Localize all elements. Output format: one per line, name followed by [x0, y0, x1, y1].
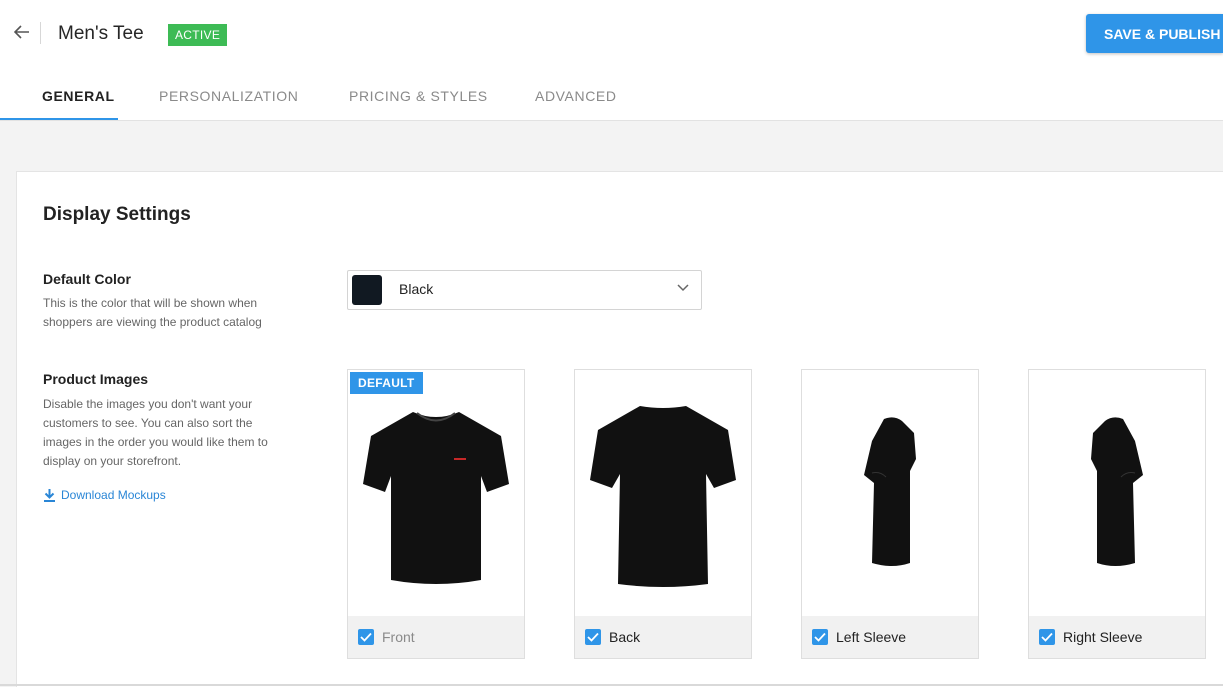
- tab-general[interactable]: GENERAL: [42, 72, 115, 120]
- image-footer: Front: [348, 616, 524, 658]
- checkmark-icon: [587, 632, 599, 642]
- image-checkbox-right-sleeve[interactable]: [1039, 629, 1055, 645]
- image-checkbox-front[interactable]: [358, 629, 374, 645]
- image-label-front: Front: [382, 629, 415, 645]
- image-checkbox-back[interactable]: [585, 629, 601, 645]
- image-preview: [348, 370, 524, 616]
- status-badge: ACTIVE: [168, 24, 228, 46]
- back-arrow-icon[interactable]: [12, 22, 32, 42]
- image-footer: Left Sleeve: [802, 616, 978, 658]
- checkmark-icon: [1041, 632, 1053, 642]
- default-color-help: This is the color that will be shown whe…: [43, 296, 262, 329]
- page-title: Men's Tee: [58, 23, 144, 44]
- image-label-right-sleeve: Right Sleeve: [1063, 629, 1143, 645]
- tshirt-back-icon: [590, 405, 736, 587]
- image-label-left-sleeve: Left Sleeve: [836, 629, 907, 645]
- download-mockups-link[interactable]: Download Mockups: [44, 488, 166, 502]
- color-swatch: [352, 275, 382, 305]
- checkmark-icon: [814, 632, 826, 642]
- product-image-card-front[interactable]: DEFAULT Front: [347, 369, 525, 659]
- image-preview: [1029, 370, 1205, 616]
- product-image-card-left-sleeve[interactable]: Left Sleeve: [801, 369, 979, 659]
- header-divider: [40, 22, 41, 44]
- save-publish-button[interactable]: SAVE & PUBLISH: [1086, 14, 1223, 53]
- tshirt-left-sleeve-icon: [864, 417, 916, 566]
- chevron-down-icon: [677, 284, 689, 292]
- product-image-card-right-sleeve[interactable]: Right Sleeve: [1028, 369, 1206, 659]
- image-footer: Right Sleeve: [1029, 616, 1205, 658]
- default-color-label: Default Color: [43, 271, 131, 287]
- download-mockups-label: Download Mockups: [61, 488, 166, 502]
- display-settings-card: Display Settings Default Color This is t…: [16, 171, 1223, 687]
- default-color-select[interactable]: Black: [347, 270, 702, 310]
- image-preview: [802, 370, 978, 616]
- image-checkbox-left-sleeve[interactable]: [812, 629, 828, 645]
- tshirt-right-sleeve-icon: [1091, 417, 1143, 566]
- product-image-card-back[interactable]: Back: [574, 369, 752, 659]
- section-title: Display Settings: [43, 204, 191, 225]
- default-color-value: Black: [399, 281, 434, 297]
- image-label-back: Back: [609, 629, 641, 645]
- tab-advanced[interactable]: ADVANCED: [535, 72, 617, 120]
- image-footer: Back: [575, 616, 751, 658]
- image-preview: [575, 370, 751, 616]
- save-publish-label: SAVE & PUBLISH: [1104, 25, 1221, 42]
- tab-pricing-styles[interactable]: PRICING & STYLES: [349, 72, 488, 120]
- product-images-help: Disable the images you don't want your c…: [43, 397, 268, 468]
- tab-personalization[interactable]: PERSONALIZATION: [159, 72, 298, 120]
- tshirt-front-icon: [363, 412, 509, 584]
- product-images-label: Product Images: [43, 371, 149, 387]
- download-icon: [44, 488, 55, 502]
- active-tab-indicator: [0, 118, 118, 120]
- checkmark-icon: [360, 632, 372, 642]
- default-badge: DEFAULT: [350, 372, 423, 394]
